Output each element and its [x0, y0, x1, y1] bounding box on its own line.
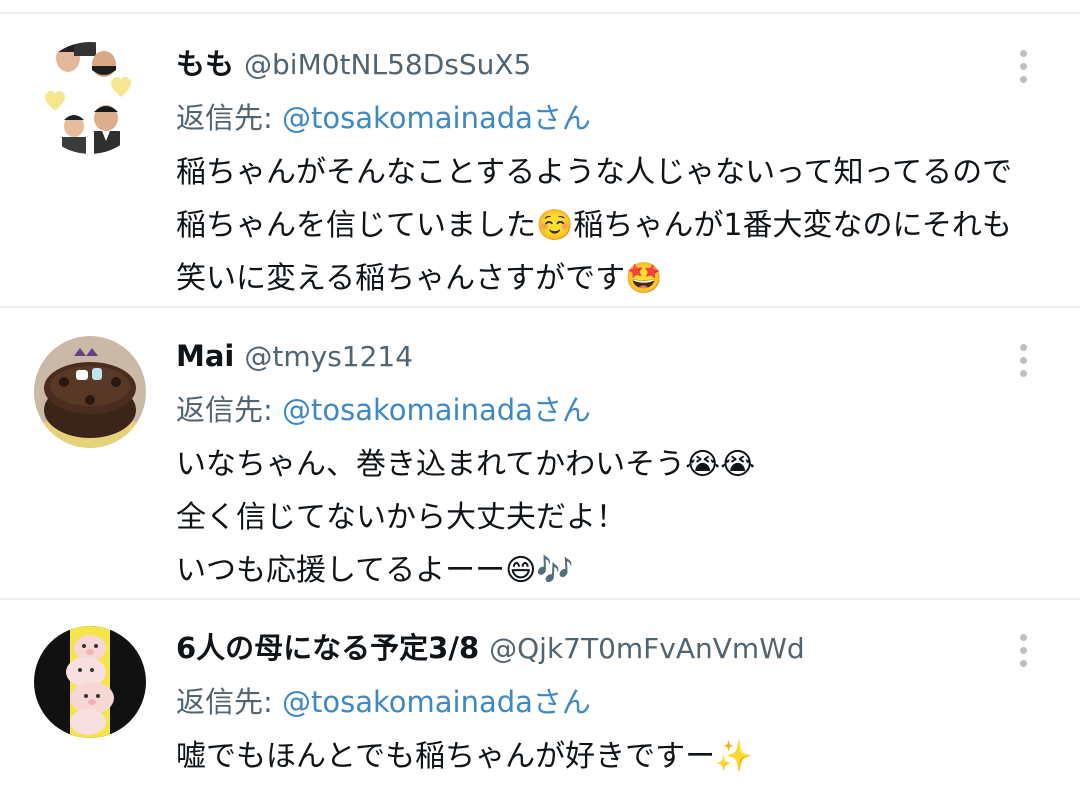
avatar-photo-two-men-icon[interactable]	[34, 42, 146, 154]
avatar-chocolate-cake-icon[interactable]	[34, 336, 146, 448]
user-handle[interactable]: @biM0tNL58DsSuX5	[244, 48, 531, 81]
mention-suffix: さん	[532, 101, 591, 135]
user-handle[interactable]: @Qjk7T0mFvAnVmWd	[489, 632, 805, 665]
replying-to: 返信先: @tosakomainadaさん	[176, 390, 591, 430]
reply-text-line: いなちゃん、巻き込まれてかわいそう😭😭	[176, 447, 756, 482]
replying-to: 返信先: @tosakomainadaさん	[176, 682, 591, 722]
mention-suffix: さん	[532, 393, 591, 427]
reply-item[interactable]: 6人の母になる予定3/8 @Qjk7T0mFvAnVmWd 返信先: @tosak…	[0, 602, 1080, 788]
reply-item[interactable]: もも @biM0tNL58DsSuX5 返信先: @tosakomainadaさん…	[0, 16, 1080, 308]
more-vertical-icon[interactable]	[1014, 632, 1034, 672]
display-name[interactable]: Mai	[176, 339, 234, 373]
more-vertical-icon[interactable]	[1014, 48, 1034, 88]
reply-text-line: 稲ちゃんがそんなことするような人じゃないって知ってるので	[176, 155, 1013, 190]
reply-text-line: 笑いに変える稲ちゃんさすがです🤩	[176, 261, 663, 296]
display-name[interactable]: もも	[176, 47, 234, 81]
reply-text: 稲ちゃんがそんなことするような人じゃないって知ってるので 稲ちゃんを信じていまし…	[176, 146, 1056, 305]
reply-item[interactable]: Mai @tmys1214 返信先: @tosakomainadaさん いなちゃん…	[0, 310, 1080, 600]
reply-text: 嘘でもほんとでも稲ちゃんが好きですー✨	[176, 730, 1056, 783]
reply-text-line: 稲ちゃんを信じていました☺️稲ちゃんが1番大変なのにそれも	[176, 208, 1012, 243]
replying-to-label: 返信先:	[176, 393, 273, 427]
user-handle[interactable]: @tmys1214	[244, 340, 413, 373]
reply-text-line: 全く信じてないから大丈夫だよ！	[176, 500, 626, 535]
mention-suffix: さん	[532, 685, 591, 719]
more-vertical-icon[interactable]	[1014, 342, 1034, 382]
reply-header: 6人の母になる予定3/8 @Qjk7T0mFvAnVmWd	[176, 628, 805, 668]
reply-text-line: いつも応援してるよーー😄🎶	[176, 553, 574, 588]
replying-to: 返信先: @tosakomainadaさん	[176, 98, 591, 138]
reply-header: もも @biM0tNL58DsSuX5	[176, 44, 531, 84]
reply-header: Mai @tmys1214	[176, 336, 413, 376]
reply-text-line: 嘘でもほんとでも稲ちゃんが好きですー✨	[176, 739, 753, 774]
replying-to-label: 返信先:	[176, 685, 273, 719]
replying-to-label: 返信先:	[176, 101, 273, 135]
reply-timeline: もも @biM0tNL58DsSuX5 返信先: @tosakomainadaさん…	[0, 0, 1080, 788]
mention-link[interactable]: @tosakomainada	[282, 101, 533, 135]
top-divider	[0, 0, 1080, 14]
display-name[interactable]: 6人の母になる予定3/8	[176, 631, 479, 665]
avatar-cartoon-pigs-icon[interactable]	[34, 626, 146, 738]
reply-text: いなちゃん、巻き込まれてかわいそう😭😭 全く信じてないから大丈夫だよ！ いつも応…	[176, 438, 1056, 597]
mention-link[interactable]: @tosakomainada	[282, 393, 533, 427]
mention-link[interactable]: @tosakomainada	[282, 685, 533, 719]
